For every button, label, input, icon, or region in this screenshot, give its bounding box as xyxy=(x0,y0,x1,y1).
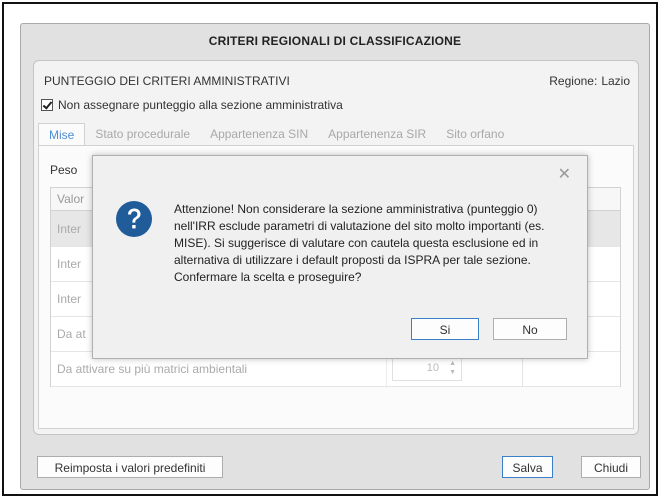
window-title: CRITERI REGIONALI DI CLASSIFICAZIONE xyxy=(208,34,462,48)
no-score-checkbox-row[interactable]: Non assegnare punteggio alla sezione amm… xyxy=(41,98,343,112)
yes-button[interactable]: Si xyxy=(411,318,479,340)
dialog-message-line: Attenzione! Non considerare la sezione a… xyxy=(174,202,538,216)
no-button[interactable]: No xyxy=(493,318,567,340)
row-label: Da attivare su più matrici ambientali xyxy=(57,362,248,376)
dialog-message-line: Confermare la scelta e proseguire? xyxy=(174,270,362,284)
region-value: Lazio xyxy=(601,74,630,88)
close-button[interactable]: Chiudi xyxy=(581,456,641,478)
close-icon[interactable]: ✕ xyxy=(558,164,571,184)
region-indicator: Regione: Lazio xyxy=(545,74,630,88)
dialog-message-line: MISE). Si suggerisce di valutare con cau… xyxy=(174,236,539,250)
tab-appartenenza-sin[interactable]: Appartenenza SIN xyxy=(200,123,318,145)
grid-header-value: Valor xyxy=(57,192,85,206)
row-label: Da at xyxy=(57,327,86,341)
no-score-checkbox[interactable] xyxy=(41,99,53,111)
row-label: Inter xyxy=(57,222,82,236)
region-label: Regione: xyxy=(549,74,598,88)
dialog-message-line: alternativa di utilizzare i default prop… xyxy=(174,253,531,267)
criteria-tabs: Mise Stato procedurale Appartenenza SIN … xyxy=(38,123,514,146)
score-value: 10 xyxy=(426,362,439,374)
dialog-message-line: nell'IRR esclude parametri di valutazion… xyxy=(174,219,545,233)
dialog-message: Attenzione! Non considerare la sezione a… xyxy=(174,201,576,286)
tab-mise[interactable]: Mise xyxy=(38,123,86,146)
save-button[interactable]: Salva xyxy=(502,456,553,478)
peso-label: Peso xyxy=(50,163,78,177)
reset-defaults-button[interactable]: Reimposta i valori predefiniti xyxy=(37,456,223,478)
stepper-arrows-icon[interactable]: ▲ ▼ xyxy=(449,359,456,377)
no-score-checkbox-label[interactable]: Non assegnare punteggio alla sezione amm… xyxy=(58,98,343,112)
tab-stato-procedurale[interactable]: Stato procedurale xyxy=(85,123,200,145)
question-icon xyxy=(116,201,152,237)
tab-sito-orfano[interactable]: Sito orfano xyxy=(436,123,514,145)
row-label: Inter xyxy=(57,292,82,306)
row-label: Inter xyxy=(57,257,82,271)
section-title: PUNTEGGIO DEI CRITERI AMMINISTRATIVI xyxy=(44,74,290,88)
confirm-dialog: ✕ Attenzione! Non considerare la sezione… xyxy=(92,155,588,359)
tab-appartenenza-sir[interactable]: Appartenenza SIR xyxy=(318,123,436,145)
